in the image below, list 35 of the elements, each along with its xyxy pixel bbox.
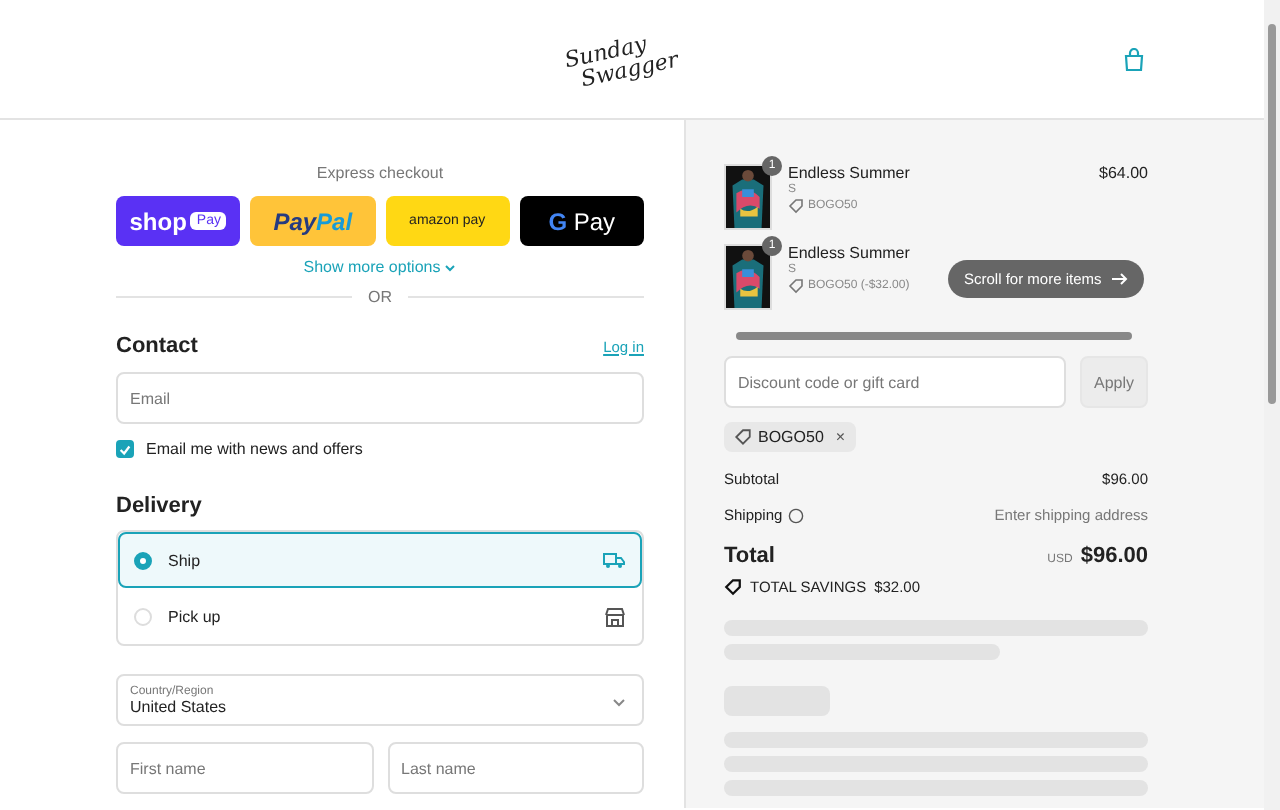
product-price: $64.00 — [1099, 164, 1148, 182]
discount-code-field[interactable]: Discount code or gift card — [724, 356, 1066, 408]
total-value: $96.00 — [1080, 544, 1148, 568]
delivery-option[interactable]: Pick up — [118, 588, 642, 644]
tag-icon — [724, 578, 742, 596]
newsletter-label: Email me with news and offers — [146, 440, 363, 458]
last-name-field[interactable]: Last name — [387, 742, 644, 794]
express-checkout-label: Express checkout — [314, 164, 446, 182]
email-field[interactable]: Email — [116, 372, 644, 424]
paypal-button[interactable]: PayPal — [250, 196, 375, 246]
product-name: Endless Summer — [788, 244, 912, 262]
chevron-down-icon — [612, 698, 626, 708]
arrow-right-icon — [1111, 272, 1128, 286]
first-name-field[interactable]: First name — [116, 742, 373, 794]
or-divider-text: OR — [368, 288, 392, 306]
delivery-heading: Delivery — [116, 494, 204, 518]
tag-icon — [734, 428, 752, 446]
contact-heading: Contact — [116, 334, 198, 358]
radio-button[interactable] — [134, 551, 152, 569]
total-label: Total — [724, 544, 775, 568]
vertical-scrollbar[interactable] — [1264, 0, 1280, 810]
google-pay-button[interactable]: G Pay — [519, 196, 644, 246]
product-name: Endless Summer — [788, 164, 912, 182]
apply-button[interactable]: Apply — [1080, 356, 1148, 408]
store-icon — [604, 605, 626, 627]
checkbox[interactable] — [116, 440, 134, 458]
applied-discount-code: BOGO50 — [758, 428, 824, 446]
brand-logo[interactable]: Sunday Swagger — [562, 26, 681, 94]
tag-icon — [788, 278, 804, 294]
shopping-bag-icon[interactable] — [1122, 48, 1146, 72]
tag-icon — [788, 198, 804, 214]
delivery-option[interactable]: Ship — [118, 532, 642, 588]
remove-discount-button[interactable]: × — [835, 428, 846, 446]
truck-icon — [602, 550, 626, 570]
chevron-down-icon — [444, 263, 457, 271]
